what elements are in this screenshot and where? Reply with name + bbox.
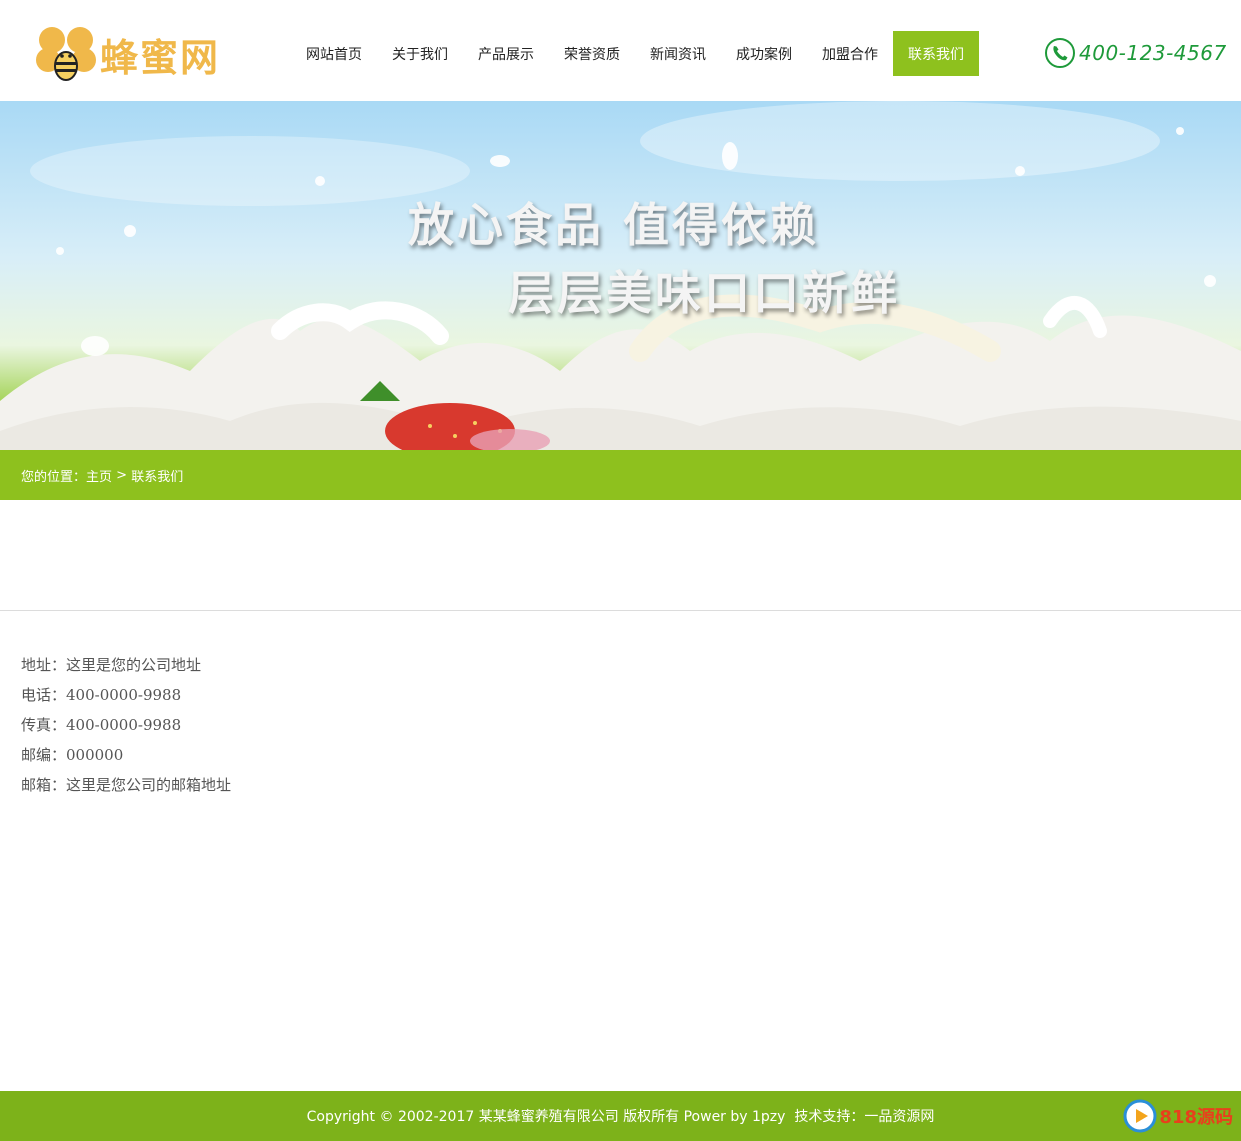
watermark: 818源码 (1123, 1099, 1233, 1133)
contact-postcode: 邮编：000000 (21, 746, 124, 764)
logo-text: 蜂蜜网 (100, 35, 221, 80)
contact-info: 地址：这里是您的公司地址 电话：400-0000-9988 传真：400-000… (21, 654, 231, 804)
contact-fax: 传真：400-0000-9988 (21, 716, 182, 734)
breadcrumb-separator: > (112, 467, 132, 483)
nav-item-contact[interactable]: 联系我们 (893, 31, 979, 76)
breadcrumb: 您的位置： 主页 > 联系我们 (0, 450, 1241, 500)
hero-banner: 放心食品 值得依赖 层层美味口口新鲜 (0, 101, 1241, 450)
header: 蜂蜜网 网站首页 关于我们 产品展示 荣誉资质 新闻资讯 成功案例 加盟合作 联… (0, 0, 1241, 101)
nav-item-products[interactable]: 产品展示 (463, 31, 549, 76)
nav-item-news[interactable]: 新闻资讯 (635, 31, 721, 76)
breadcrumb-home-link[interactable]: 主页 (86, 466, 112, 485)
nav-item-franchise[interactable]: 加盟合作 (807, 31, 893, 76)
contact-address: 地址：这里是您的公司地址 (21, 656, 202, 674)
main-nav: 网站首页 关于我们 产品展示 荣誉资质 新闻资讯 成功案例 加盟合作 联系我们 (291, 31, 979, 76)
banner-slogan-line1: 放心食品 值得依赖 (408, 198, 820, 252)
contact-email: 邮箱：这里是您公司的邮箱地址 (21, 776, 232, 794)
contact-phone: 电话：400-0000-9988 (21, 686, 182, 704)
nav-item-honors[interactable]: 荣誉资质 (549, 31, 635, 76)
banner-slogan-line2: 层层美味口口新鲜 (508, 266, 900, 320)
footer: Copyright © 2002-2017 某某蜂蜜养殖有限公司 版权所有 Po… (0, 1091, 1241, 1141)
logo[interactable]: 蜂蜜网 (34, 22, 224, 86)
breadcrumb-current[interactable]: 联系我们 (131, 466, 183, 485)
bee-flower-logo-icon (36, 27, 96, 81)
nav-item-cases[interactable]: 成功案例 (721, 31, 807, 76)
phone-icon (1045, 38, 1075, 68)
nav-item-about[interactable]: 关于我们 (377, 31, 463, 76)
phone-number: 400-123-4567 (1079, 41, 1227, 65)
breadcrumb-prefix: 您的位置： (21, 469, 87, 485)
nav-item-home[interactable]: 网站首页 (291, 31, 377, 76)
play-circle-icon (1123, 1099, 1157, 1133)
phone-contact: 400-123-4567 (1044, 37, 1227, 69)
footer-copyright: Copyright © 2002-2017 某某蜂蜜养殖有限公司 版权所有 Po… (306, 1109, 935, 1125)
content-divider (0, 610, 1241, 611)
watermark-text: 818源码 (1159, 1107, 1233, 1128)
